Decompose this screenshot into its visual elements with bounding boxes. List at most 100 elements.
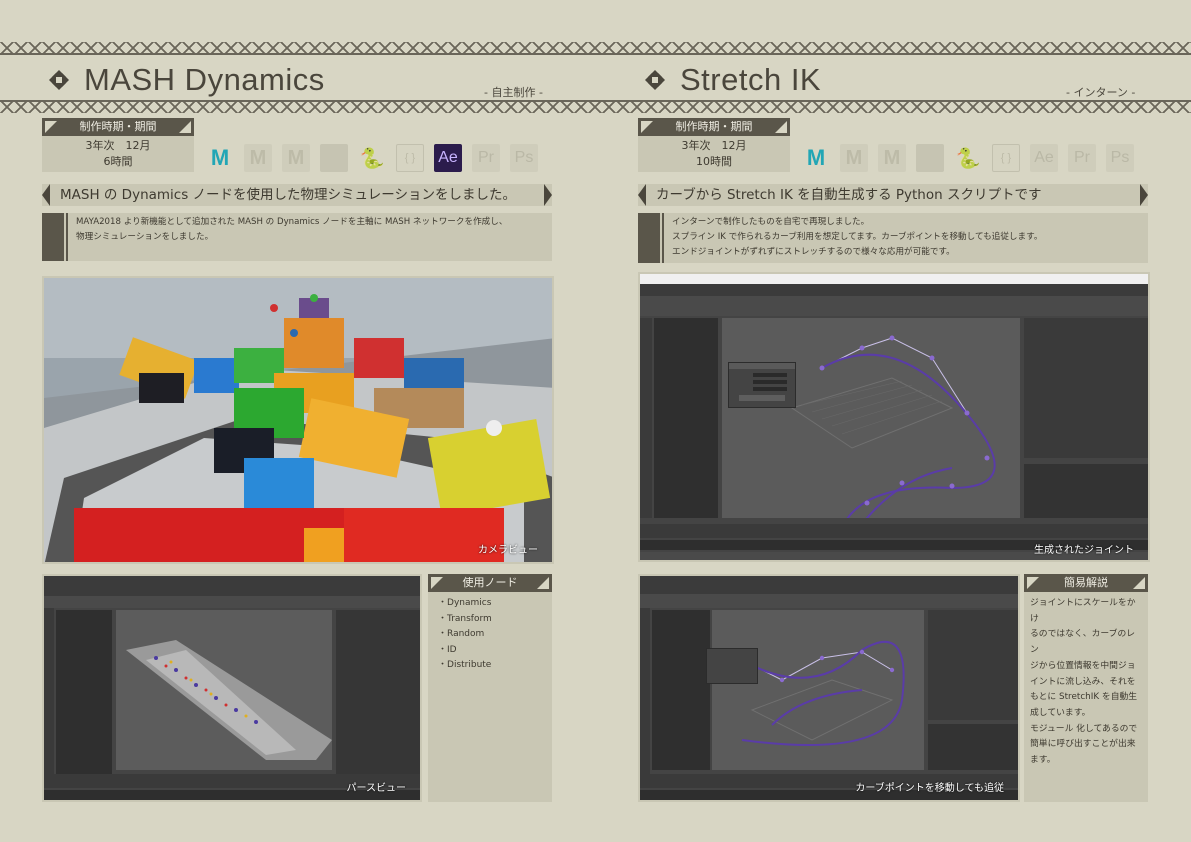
maya-menubar	[640, 284, 1148, 296]
stretch-ik-follow-illustration	[739, 640, 905, 746]
description-line2: 物理シミュレーションをしました。	[76, 232, 214, 242]
explain-line: モジュール 化してあるので	[1030, 723, 1138, 734]
page-title: MASH Dynamics	[84, 62, 325, 97]
description-bar	[42, 213, 68, 261]
summary-banner: カーブから Stretch IK を自動生成する Python スクリプトです	[638, 184, 1148, 206]
stretch-ik-illustration	[790, 335, 996, 539]
description-line1: インターンで制作したものを自宅で再現しました。	[672, 217, 870, 227]
page-subtitle: - インターン -	[1066, 86, 1136, 99]
maya-channel-box	[1024, 318, 1148, 458]
maya-left-toolbox	[640, 608, 650, 778]
mash-perspective-illustration	[126, 640, 332, 760]
premiere-icon: Pr	[472, 144, 500, 172]
maya-titlebar	[640, 274, 1148, 284]
explain-line: 成しています。	[1030, 707, 1091, 718]
node-item: Random	[438, 627, 546, 643]
period-label: 制作時期・期間	[638, 118, 790, 136]
node-item: ID	[438, 643, 546, 659]
json-icon: { }	[396, 144, 424, 172]
nodes-list: Dynamics Transform Random ID Distribute	[428, 592, 552, 802]
explain-line: もとに StretchIK を自動生	[1030, 692, 1138, 703]
maya-viewport	[722, 318, 1020, 539]
maya-outliner	[654, 318, 718, 518]
maya-shelf	[640, 594, 1018, 608]
python-icon: 🐍	[954, 144, 982, 172]
arrows-move-icon	[640, 65, 670, 95]
description-line3: エンドジョイントがずれずにストレッチするので様々な応用が可能です。	[672, 247, 955, 257]
maya-menubar	[640, 576, 1018, 594]
maya-outliner	[56, 610, 112, 780]
tool-icons: M M M 🐍 { } Ae Pr Ps	[802, 144, 1134, 172]
maya-icon: M	[802, 144, 830, 172]
page-title: Stretch IK	[680, 62, 822, 97]
after-effects-icon: Ae	[1030, 144, 1058, 172]
period-label: 制作時期・期間	[42, 118, 194, 136]
explain-body: ジョイントにスケールをかけ るのではなく、カーブのレン ジから位置情報を中間ジョ…	[1024, 592, 1148, 802]
maya-channel-box	[928, 610, 1018, 720]
arrows-move-icon	[44, 65, 74, 95]
screenshot-caption: カーブポイントを移動しても追従	[855, 783, 1004, 794]
description-bar	[638, 213, 664, 263]
summary-banner: MASH の Dynamics ノードを使用した物理シミュレーションをしました。	[42, 184, 552, 206]
maya-viewport	[706, 610, 924, 770]
explain-heading: 簡易解説	[1024, 574, 1148, 592]
page-subtitle: - 自主制作 -	[484, 86, 543, 99]
maya-icon: M	[206, 144, 234, 172]
screenshot-caption: 生成されたジョイント	[1034, 545, 1134, 556]
maya-left-toolbox	[44, 608, 54, 788]
left-title-row: MASH Dynamics	[44, 60, 325, 100]
json-icon: { }	[992, 144, 1020, 172]
maya-timeline	[640, 524, 1148, 538]
substance-icon	[320, 144, 348, 172]
maya-attribute-editor	[336, 610, 420, 780]
explain-line: ます。	[1030, 755, 1056, 766]
python-icon: 🐍	[358, 144, 386, 172]
maya-layer-editor	[928, 724, 1018, 770]
description-line2: スプライン IK で作られるカーブ利用を想定してます。カーブポイントを移動しても…	[672, 232, 1043, 242]
photoshop-icon: Ps	[510, 144, 538, 172]
period-line2: 10時間	[696, 155, 732, 168]
explain-line: ジから位置情報を中間ジョ	[1030, 660, 1136, 671]
after-effects-icon: Ae	[434, 144, 462, 172]
node-item: Dynamics	[438, 596, 546, 612]
period-line2: 6時間	[103, 155, 133, 168]
maya-layer-editor	[1024, 464, 1148, 518]
nodes-heading: 使用ノード	[428, 574, 552, 592]
node-item: Distribute	[438, 658, 546, 674]
maya-toolbar	[44, 596, 420, 608]
maya-viewport	[116, 610, 332, 770]
tool-icons: M M M 🐍 { } Ae Pr Ps	[206, 144, 538, 172]
explain-line: イントに流し込み、それを	[1030, 676, 1136, 687]
period-line1: 3年次 12月	[85, 139, 151, 152]
description-line1: MAYA2018 より新機能として追加された MASH の Dynamics ノ…	[76, 217, 508, 227]
maya-screenshot-perspective: パースビュー	[42, 574, 422, 802]
mudbox-icon: M	[878, 144, 906, 172]
explain-line: るのではなく、カーブのレン	[1030, 629, 1136, 656]
explain-line: ジョイントにスケールをかけ	[1030, 598, 1136, 624]
maya-shelf	[640, 296, 1148, 316]
period-line1: 3年次 12月	[681, 139, 747, 152]
lego-render-illustration	[44, 278, 552, 562]
node-item: Transform	[438, 612, 546, 628]
right-page: Stretch IK - インターン - 制作時期・期間 3年次 12月 10時…	[596, 0, 1191, 842]
explain-line: 簡単に呼び出すことが出来	[1030, 739, 1136, 750]
right-title-row: Stretch IK	[640, 60, 821, 100]
period-value: 3年次 12月 10時間	[638, 136, 790, 172]
render-image: カメラビュー	[42, 276, 554, 564]
description: MAYA2018 より新機能として追加された MASH の Dynamics ノ…	[42, 213, 552, 261]
screenshot-caption: パースビュー	[346, 783, 407, 794]
maya-screenshot-follow: カーブポイントを移動しても追従	[638, 574, 1020, 802]
photoshop-icon: Ps	[1106, 144, 1134, 172]
maya-screenshot-joints: 生成されたジョイント	[638, 272, 1150, 562]
ik-tool-window[interactable]	[706, 648, 758, 684]
maya-menubar	[44, 576, 420, 596]
premiere-icon: Pr	[1068, 144, 1096, 172]
mudbox-icon: M	[244, 144, 272, 172]
mudbox-icon: M	[840, 144, 868, 172]
maya-outliner	[652, 610, 710, 770]
photo-caption: カメラビュー	[478, 545, 538, 556]
left-page: MASH Dynamics - 自主制作 - 制作時期・期間 3年次 12月 6…	[0, 0, 596, 842]
ik-tool-window[interactable]	[728, 362, 796, 408]
period-value: 3年次 12月 6時間	[42, 136, 194, 172]
maya-left-toolbox	[640, 318, 652, 518]
